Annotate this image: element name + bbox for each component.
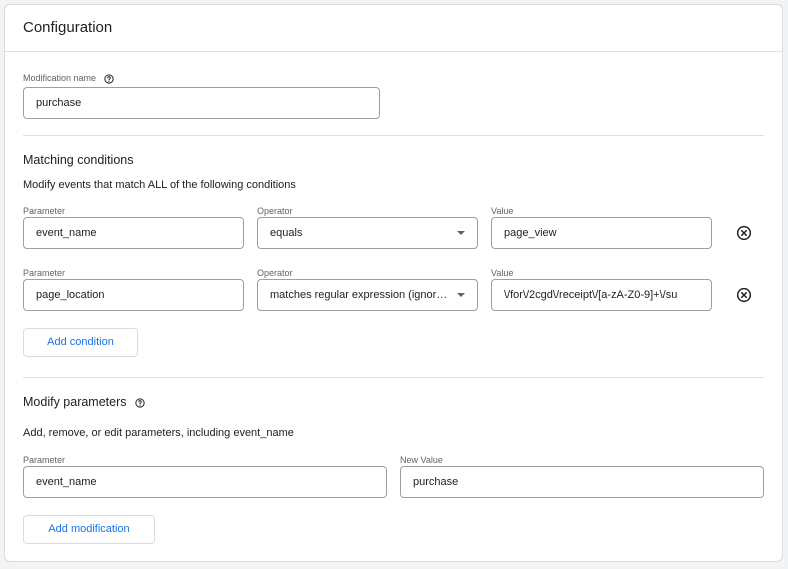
remove-circle-icon[interactable] <box>736 225 752 241</box>
matching-conditions-description: Modify events that match ALL of the foll… <box>23 179 296 191</box>
condition-1-operator-select[interactable]: equals <box>257 217 478 249</box>
condition-1-operator-label: Operator <box>257 206 293 216</box>
modification-name-label: Modification name <box>23 72 114 84</box>
condition-2-parameter-input[interactable]: page_location <box>23 279 244 311</box>
condition-1-value-input[interactable]: page_view <box>491 217 712 249</box>
remove-circle-icon[interactable] <box>736 287 752 303</box>
condition-1-parameter-label: Parameter <box>23 206 66 216</box>
configuration-card: Configuration Modification name purchase… <box>4 4 783 562</box>
page-title: Configuration <box>23 19 113 36</box>
new-value-input[interactable]: purchase <box>400 466 764 498</box>
help-circle-icon[interactable] <box>135 398 145 408</box>
modify-parameter-input[interactable]: event_name <box>23 466 387 498</box>
condition-2-value-label: Value <box>491 268 514 278</box>
add-modification-button[interactable]: Add modification <box>23 515 155 544</box>
modify-parameters-title-text: Modify parameters <box>23 395 127 409</box>
condition-1-operator-value: equals <box>270 227 303 239</box>
modification-name-input[interactable]: purchase <box>23 87 380 119</box>
matching-conditions-title: Matching conditions <box>23 153 134 167</box>
condition-1-value-label: Value <box>491 206 514 216</box>
dropdown-caret-icon <box>457 293 465 297</box>
modify-parameters-title: Modify parameters <box>23 395 145 409</box>
dropdown-caret-icon <box>457 231 465 235</box>
add-condition-button[interactable]: Add condition <box>23 328 138 357</box>
card-header: Configuration <box>5 5 782 52</box>
modification-name-label-text: Modification name <box>23 73 97 83</box>
condition-1-parameter-input[interactable]: event_name <box>23 217 244 249</box>
divider <box>23 135 764 136</box>
modify-parameter-label: Parameter <box>23 455 66 465</box>
condition-2-operator-value: matches regular expression (ignor… <box>270 289 448 301</box>
help-circle-icon[interactable] <box>103 73 114 84</box>
modify-parameters-description: Add, remove, or edit parameters, includi… <box>23 427 294 439</box>
condition-2-operator-select[interactable]: matches regular expression (ignor… <box>257 279 478 311</box>
divider <box>23 377 764 378</box>
condition-2-parameter-label: Parameter <box>23 268 66 278</box>
condition-2-operator-label: Operator <box>257 268 293 278</box>
condition-2-value-input[interactable]: \/for\/2cgd\/receipt\/[a-zA-Z0-9]+\/su <box>491 279 712 311</box>
new-value-label: New Value <box>400 455 443 465</box>
